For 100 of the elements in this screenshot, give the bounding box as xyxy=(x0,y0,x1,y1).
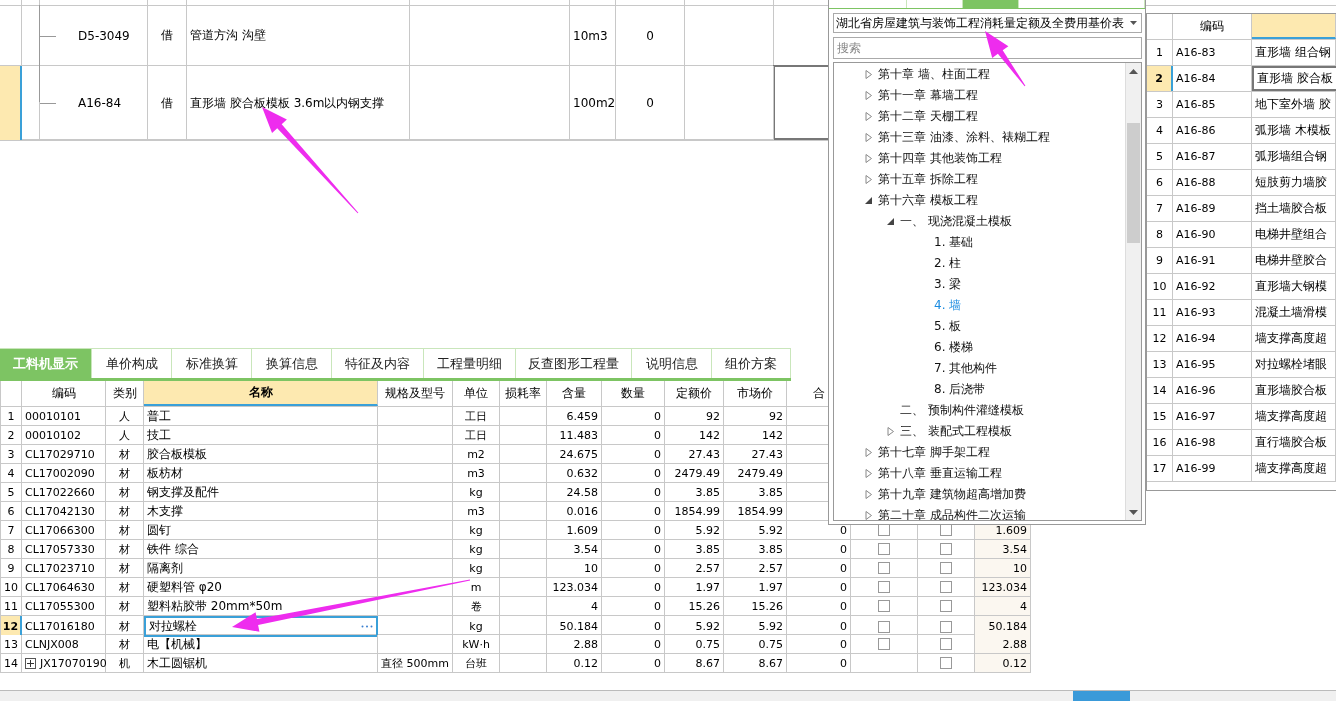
tab[interactable]: 换算信息 xyxy=(252,348,332,378)
tree-item[interactable]: 2. 柱 xyxy=(934,255,962,272)
tree-item[interactable]: 第十四章 其他装饰工程 xyxy=(878,150,1002,167)
table-cell: 板枋材 xyxy=(147,464,183,482)
tree-item[interactable]: 1. 基础 xyxy=(934,234,974,251)
tree-item[interactable]: 第十五章 拆除工程 xyxy=(878,171,978,188)
tab[interactable]: 单价构成 xyxy=(92,348,172,378)
collapsed-caret-icon[interactable] xyxy=(864,133,873,142)
row-number[interactable]: 12 xyxy=(1,616,22,637)
tree-item[interactable]: 第十八章 垂直运输工程 xyxy=(878,465,1002,482)
checkbox[interactable] xyxy=(940,657,952,669)
tree-item[interactable]: 7. 其他构件 xyxy=(934,360,998,377)
row-number[interactable]: 13 xyxy=(1,635,22,653)
row-number[interactable]: 2 xyxy=(1147,66,1173,91)
tree-item[interactable]: 8. 后浇带 xyxy=(934,381,986,398)
more-icon[interactable] xyxy=(361,625,373,628)
tree-item[interactable]: 5. 板 xyxy=(934,318,962,335)
row-indicator[interactable] xyxy=(0,66,22,140)
scrollbar-thumb[interactable] xyxy=(1127,123,1140,243)
checkbox[interactable] xyxy=(878,543,890,555)
collapsed-caret-icon[interactable] xyxy=(864,154,873,163)
table-cell: 123.034 xyxy=(552,580,598,594)
checkbox[interactable] xyxy=(940,620,952,633)
tree-item[interactable]: 第十七章 脚手架工程 xyxy=(878,444,990,461)
tree-item[interactable]: 一、 现浇混凝土模板 xyxy=(900,213,1012,230)
checkbox[interactable] xyxy=(940,638,952,650)
table-cell: 5.92 xyxy=(758,523,783,537)
library-dropdown[interactable]: 湖北省房屋建筑与装饰工程消耗量定额及全费用基价表 xyxy=(833,13,1142,33)
collapsed-caret-icon[interactable] xyxy=(886,427,895,436)
scroll-up-icon[interactable] xyxy=(1129,68,1138,74)
table-cell: A16-90 xyxy=(1176,228,1216,241)
tree-item[interactable]: 第二十章 成品构件二次运输 xyxy=(878,507,1026,520)
table-cell: 00010101 xyxy=(25,409,81,423)
collapsed-caret-icon[interactable] xyxy=(864,112,873,121)
scrollbar-thumb[interactable] xyxy=(1073,691,1130,701)
checkbox[interactable] xyxy=(878,581,890,593)
table-cell: 5.92 xyxy=(695,523,720,537)
tree-item[interactable]: 二、 预制构件灌缝模板 xyxy=(900,402,1024,419)
table-cell: 0 xyxy=(840,599,847,613)
tree-item[interactable]: 第十一章 幕墙工程 xyxy=(878,87,978,104)
table-cell: 地下室外墙 胶 xyxy=(1255,96,1331,113)
expand-icon[interactable] xyxy=(25,657,36,669)
tree-item[interactable]: 第十六章 模板工程 xyxy=(878,192,978,209)
collapsed-caret-icon[interactable] xyxy=(864,70,873,79)
table-cell: 50.184 xyxy=(559,620,598,633)
table-cell: 0.12 xyxy=(573,656,598,670)
tab[interactable]: 标准换算 xyxy=(172,348,252,378)
checkbox[interactable] xyxy=(940,581,952,593)
tree-item[interactable]: 三、 装配式工程模板 xyxy=(900,423,1012,440)
table-cell: A16-91 xyxy=(1176,254,1216,267)
table-cell: kg xyxy=(469,561,483,575)
checkbox[interactable] xyxy=(878,638,890,650)
checkbox[interactable] xyxy=(940,543,952,555)
vertical-scrollbar[interactable] xyxy=(1125,63,1141,520)
table-cell: 15.26 xyxy=(751,599,783,613)
table-cell: 5.92 xyxy=(695,620,720,633)
checkbox[interactable] xyxy=(878,620,890,633)
tab[interactable]: 反查图形工程量 xyxy=(516,348,632,378)
table-cell: m3 xyxy=(467,504,485,518)
checkbox[interactable] xyxy=(878,600,890,612)
expanded-caret-icon[interactable] xyxy=(886,217,895,226)
collapsed-caret-icon[interactable] xyxy=(864,91,873,100)
checkbox[interactable] xyxy=(940,600,952,612)
table-cell: 台班 xyxy=(465,655,487,671)
tree-item[interactable]: 3. 梁 xyxy=(934,276,962,293)
table-cell: 墙支撑高度超 xyxy=(1255,460,1327,477)
table-cell: 0 xyxy=(840,637,847,651)
search-field[interactable]: 搜索 xyxy=(833,37,1142,59)
tab[interactable]: 说明信息 xyxy=(632,348,712,378)
expanded-caret-icon[interactable] xyxy=(864,196,873,205)
table-cell: 0 xyxy=(646,28,654,43)
collapsed-caret-icon[interactable] xyxy=(864,469,873,478)
table-cell: 管道方沟 沟壁 xyxy=(190,27,266,44)
table-cell: 电【机械】 xyxy=(147,635,207,653)
tab[interactable]: 工程量明细 xyxy=(424,348,516,378)
collapsed-caret-icon[interactable] xyxy=(864,490,873,499)
table-cell: 0 xyxy=(654,599,661,613)
collapsed-caret-icon[interactable] xyxy=(864,175,873,184)
collapsed-caret-icon[interactable] xyxy=(864,448,873,457)
table-cell: 工日 xyxy=(465,427,487,443)
checkbox[interactable] xyxy=(878,562,890,574)
column-header[interactable] xyxy=(1252,14,1336,39)
tree-item[interactable]: 4. 墙 xyxy=(934,297,962,314)
tree-item[interactable]: 第十九章 建筑物超高增加费 xyxy=(878,486,1026,503)
tab[interactable]: 特征及内容 xyxy=(332,348,424,378)
tab[interactable]: 组价方案 xyxy=(712,348,791,378)
horizontal-scrollbar[interactable] xyxy=(0,690,1336,701)
collapsed-caret-icon[interactable] xyxy=(864,511,873,520)
tree-item[interactable]: 第十章 墙、柱面工程 xyxy=(878,66,990,83)
checkbox[interactable] xyxy=(940,562,952,574)
table-cell: 0 xyxy=(654,561,661,575)
table-cell: 0 xyxy=(840,656,847,670)
tree-item[interactable]: 第十二章 天棚工程 xyxy=(878,108,978,125)
column-header[interactable]: 名称 xyxy=(144,381,378,406)
table-cell: 0 xyxy=(654,447,661,461)
tree-item[interactable]: 6. 楼梯 xyxy=(934,339,974,356)
table-cell: kg xyxy=(469,542,483,556)
tree-item[interactable]: 第十三章 油漆、涂料、裱糊工程 xyxy=(878,129,1050,146)
scroll-down-icon[interactable] xyxy=(1129,509,1138,515)
table-cell: 人 xyxy=(119,408,130,424)
